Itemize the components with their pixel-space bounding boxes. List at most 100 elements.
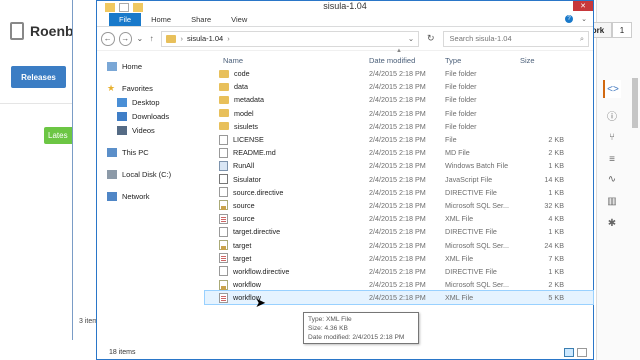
- graphs-icon[interactable]: ▥: [603, 192, 621, 210]
- file-row[interactable]: metadata 2/4/2015 2:18 PM File folder: [205, 93, 593, 106]
- site-logo[interactable]: Roenb: [10, 22, 74, 40]
- file-row[interactable]: source 2/4/2015 2:18 PM XML File 4 KB: [205, 212, 593, 225]
- code-icon[interactable]: <>: [603, 80, 621, 98]
- file-size: 5 KB: [548, 293, 564, 303]
- pulse-icon[interactable]: ∿: [603, 170, 621, 188]
- file-row[interactable]: target.directive 2/4/2015 2:18 PM DIRECTIV…: [205, 225, 593, 238]
- wiki-icon[interactable]: ≡: [603, 150, 621, 168]
- nav-item-downloads[interactable]: Downloads: [97, 109, 205, 123]
- file-row[interactable]: LICENSE 2/4/2015 2:18 PM File 2 KB: [205, 133, 593, 146]
- folder-file-icon: [219, 95, 229, 104]
- help-icon[interactable]: ?: [565, 15, 573, 23]
- computer-icon: [107, 147, 117, 157]
- refresh-button[interactable]: ↻: [423, 31, 438, 47]
- settings-icon[interactable]: ✱: [603, 214, 621, 232]
- nav-item-desktop[interactable]: Desktop: [97, 95, 205, 109]
- divider: [0, 103, 80, 104]
- logo-text: Roenb: [30, 23, 74, 39]
- column-size[interactable]: Size: [520, 56, 568, 65]
- scrollbar[interactable]: [632, 78, 638, 128]
- file-size: 7 KB: [548, 253, 564, 263]
- file-name: target: [233, 240, 252, 250]
- file-row[interactable]: workflow 2/4/2015 2:18 PM Microsoft SQL Se…: [205, 278, 593, 291]
- title-bar[interactable]: sisula-1.04 ✕: [97, 1, 593, 13]
- file-row[interactable]: Sisulator 2/4/2015 2:18 PM JavaScript File…: [205, 173, 593, 186]
- back-button[interactable]: ←: [101, 31, 115, 46]
- nav-item-label: Local Disk (C:): [122, 169, 172, 179]
- tab-file[interactable]: File: [109, 12, 142, 26]
- nav-item-home[interactable]: Home: [97, 59, 205, 73]
- file-row[interactable]: README.md 2/4/2015 2:18 PM MD File 2 KB: [205, 146, 593, 159]
- navigation-bar: ← → ⌄ ↑ › sisula-1.04 › ⌄ ↻ ⌕: [97, 27, 593, 51]
- nav-item-videos[interactable]: Videos: [97, 123, 205, 137]
- file-size: 4 KB: [548, 214, 564, 224]
- file-row[interactable]: target 2/4/2015 2:18 PM XML File 7 KB: [205, 252, 593, 265]
- file-date: 2/4/2015 2:18 PM: [369, 174, 426, 184]
- file-name: README.md: [233, 148, 276, 158]
- search-input[interactable]: [449, 34, 570, 43]
- nav-item-local-disk[interactable]: Local Disk (C:): [97, 167, 205, 181]
- address-segment[interactable]: sisula-1.04: [187, 34, 223, 43]
- file-row[interactable]: source 2/4/2015 2:18 PM Microsoft SQL Ser.…: [205, 199, 593, 212]
- file-date: 2/4/2015 2:18 PM: [369, 121, 426, 131]
- issues-icon[interactable]: ⓘ: [603, 106, 621, 124]
- tab-share[interactable]: Share: [181, 12, 221, 26]
- file-row[interactable]: RunAll 2/4/2015 2:18 PM Windows Batch File…: [205, 159, 593, 172]
- recent-locations-icon[interactable]: ⌄: [136, 34, 144, 43]
- file-name: sisulets: [234, 121, 258, 131]
- expand-ribbon-icon[interactable]: ⌄: [581, 15, 587, 23]
- file-type: Microsoft SQL Ser...: [445, 280, 510, 290]
- nav-item-this-pc[interactable]: This PC: [97, 145, 205, 159]
- fork-count[interactable]: 1: [612, 22, 632, 38]
- file-row[interactable]: target 2/4/2015 2:18 PM Microsoft SQL Ser.…: [205, 238, 593, 251]
- close-button[interactable]: ✕: [573, 1, 593, 11]
- home-icon: [107, 61, 117, 71]
- details-view-icon[interactable]: [564, 348, 574, 357]
- file-name-cell: RunAll: [205, 160, 369, 171]
- explorer-window[interactable]: sisula-1.04 ✕ File Home Share View ⌄ ? ←…: [96, 0, 594, 360]
- column-date[interactable]: Date modified: [369, 56, 445, 65]
- chevron-down-icon[interactable]: ⌄: [408, 34, 414, 43]
- search-box[interactable]: ⌕: [442, 30, 590, 47]
- address-bar[interactable]: › sisula-1.04 › ⌄: [161, 30, 420, 47]
- file-row[interactable]: source.directive 2/4/2015 2:18 PM DIRECTIV…: [205, 186, 593, 199]
- navigation-pane[interactable]: Home ★ Favorites Desktop Downloads Video…: [97, 53, 205, 345]
- nav-item-label: This PC: [122, 147, 149, 157]
- file-row[interactable]: workflow.directive 2/4/2015 2:18 PM DIRECT…: [205, 265, 593, 278]
- chevron-right-icon[interactable]: ›: [227, 34, 230, 43]
- file-date: 2/4/2015 2:18 PM: [369, 82, 426, 92]
- file-date: 2/4/2015 2:18 PM: [369, 148, 426, 158]
- file-name: model: [234, 108, 254, 118]
- file-date: 2/4/2015 2:18 PM: [369, 266, 426, 276]
- book-icon: [10, 22, 24, 40]
- file-rows: code 2/4/2015 2:18 PM File folder data 2/4/2…: [204, 67, 594, 306]
- file-row[interactable]: sisulets 2/4/2015 2:18 PM File folder: [205, 120, 593, 133]
- file-row[interactable]: code 2/4/2015 2:18 PM File folder: [205, 67, 593, 80]
- dir-file-icon: [219, 266, 228, 277]
- forward-button[interactable]: →: [118, 31, 133, 46]
- column-type[interactable]: Type: [445, 56, 520, 65]
- file-name-cell: code: [205, 69, 369, 78]
- nav-item-network[interactable]: Network: [97, 189, 205, 203]
- folder-file-icon: [219, 122, 229, 131]
- file-type: MD File: [445, 148, 470, 158]
- file-row[interactable]: data 2/4/2015 2:18 PM File folder: [205, 80, 593, 93]
- file-name-cell: workflow: [205, 279, 369, 290]
- tab-view[interactable]: View: [221, 12, 257, 26]
- nav-item-favorites[interactable]: ★ Favorites: [97, 81, 205, 95]
- tab-home[interactable]: Home: [141, 12, 181, 26]
- releases-button[interactable]: Releases: [11, 66, 66, 88]
- chevron-right-icon[interactable]: ›: [180, 34, 183, 43]
- file-row[interactable]: model 2/4/2015 2:18 PM File folder: [205, 107, 593, 120]
- nav-item-label: Videos: [132, 125, 155, 135]
- item-count: 18 items: [109, 348, 136, 356]
- file-name: source: [233, 200, 255, 210]
- up-button[interactable]: ↑: [148, 34, 156, 43]
- pull-request-icon[interactable]: ⑂: [603, 128, 621, 146]
- search-icon[interactable]: ⌕: [580, 34, 584, 44]
- large-icons-view-icon[interactable]: [577, 348, 587, 357]
- column-name[interactable]: Name: [205, 56, 369, 65]
- file-name-cell: metadata: [205, 95, 369, 104]
- file-name-cell: workflow.directive: [205, 266, 369, 277]
